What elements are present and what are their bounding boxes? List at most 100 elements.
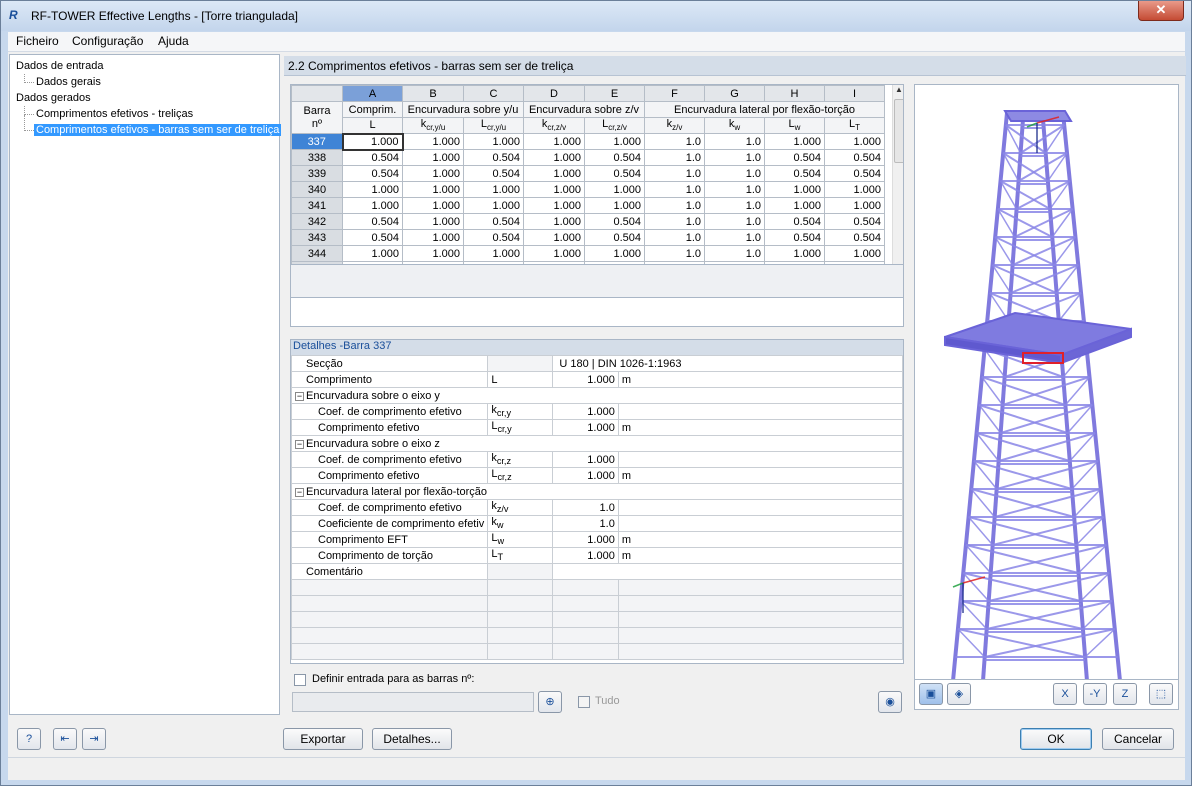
table-row[interactable]: 343 0.504 1.000 0.504 1.000 0.504 1.0 1.0 0.504 0… [291, 229, 885, 246]
cell-lw[interactable]: 1.000 [764, 197, 825, 214]
close-button[interactable]: ✕ [1138, 1, 1184, 21]
cell-kw[interactable]: 1.0 [704, 181, 765, 198]
ok-button[interactable]: OK [1020, 728, 1092, 750]
cell-kcry[interactable]: 1.000 [402, 245, 464, 262]
cell-l[interactable]: 1.000 [342, 197, 403, 214]
cell-lcrz[interactable]: 1.000 [584, 197, 645, 214]
cell-kzv[interactable]: 1.0 [644, 181, 705, 198]
collapse-icon[interactable]: − [295, 391, 304, 401]
collapse-icon[interactable]: − [295, 487, 304, 497]
cell-kcry[interactable]: 1.000 [402, 229, 464, 246]
tree-item-gen-nontruss[interactable]: Comprimentos efetivos - barras sem ser d… [34, 124, 282, 136]
menu-configuracao[interactable]: Configuração [72, 34, 143, 48]
cell-lcrz[interactable]: 1.000 [584, 181, 645, 198]
cell-kcrz[interactable]: 1.000 [523, 197, 585, 214]
view-z-icon[interactable]: Z [1113, 683, 1137, 705]
cell-lw[interactable]: 0.504 [764, 213, 825, 230]
barras-input[interactable] [292, 692, 534, 712]
cell-lcry[interactable]: 0.504 [463, 213, 524, 230]
view-model-icon[interactable]: ▣ [919, 683, 943, 705]
cell-kcrz[interactable]: 1.000 [523, 133, 585, 150]
detail-comentario-value[interactable] [552, 563, 903, 580]
cell-kcry[interactable]: 1.000 [402, 181, 464, 198]
row-header-barra[interactable]: 341 [291, 197, 343, 214]
cell-kcry[interactable]: 1.000 [402, 197, 464, 214]
cell-kcry[interactable]: 1.000 [402, 133, 464, 150]
cell-l[interactable]: 1.000 [341, 132, 404, 151]
cell-lcrz[interactable]: 1.000 [584, 133, 645, 150]
cell-lw[interactable]: 1.000 [764, 245, 825, 262]
cell-l[interactable]: 0.504 [342, 165, 403, 182]
detalhes-button[interactable]: Detalhes... [372, 728, 452, 750]
table-row[interactable]: 340 1.000 1.000 1.000 1.000 1.000 1.0 1.0 1.000 1… [291, 181, 885, 198]
view-iso-icon[interactable]: ⬚ [1149, 683, 1173, 705]
cell-kw[interactable]: 1.0 [704, 245, 765, 262]
table-row[interactable]: 341 1.000 1.000 1.000 1.000 1.000 1.0 1.0 1.000 1… [291, 197, 885, 214]
cell-kzv[interactable]: 1.0 [644, 149, 705, 166]
cell-lt[interactable]: 0.504 [824, 149, 885, 166]
table-row[interactable]: 339 0.504 1.000 0.504 1.000 0.504 1.0 1.0 0.504 0… [291, 165, 885, 182]
view-x-icon[interactable]: X [1053, 683, 1077, 705]
row-header-barra[interactable]: 339 [291, 165, 343, 182]
cell-lcry[interactable]: 0.504 [463, 165, 524, 182]
exportar-button[interactable]: Exportar [283, 728, 363, 750]
definir-checkbox[interactable] [294, 674, 306, 686]
scroll-thumb[interactable] [894, 99, 903, 163]
col-letter-i[interactable]: I [824, 85, 885, 102]
detail-kw-value[interactable]: 1.0 [552, 515, 619, 532]
cell-lcrz[interactable]: 1.000 [584, 245, 645, 262]
help-icon[interactable]: ? [17, 728, 41, 750]
cell-kcrz[interactable]: 1.000 [523, 213, 585, 230]
import-icon[interactable]: ⇤ [53, 728, 77, 750]
cell-lw[interactable]: 0.504 [764, 229, 825, 246]
cell-kw[interactable]: 1.0 [704, 149, 765, 166]
export-icon[interactable]: ⇥ [82, 728, 106, 750]
detail-kcry-value[interactable]: 1.000 [552, 403, 619, 420]
cell-kcrz[interactable]: 1.000 [523, 149, 585, 166]
group-encurvadura-lt[interactable]: − Encurvadura lateral por flexão-torção [291, 483, 903, 500]
model-viewer[interactable] [914, 84, 1179, 680]
cell-lcrz[interactable]: 0.504 [584, 165, 645, 182]
eye-icon[interactable]: ◉ [878, 691, 902, 713]
table-row[interactable]: 337 1.000 1.000 1.000 1.000 1.000 1.0 1.0 1.000 1… [291, 132, 885, 151]
cell-lcry[interactable]: 1.000 [463, 181, 524, 198]
row-header-barra[interactable]: 340 [291, 181, 343, 198]
cell-lcry[interactable]: 1.000 [463, 197, 524, 214]
table-row[interactable]: 344 1.000 1.000 1.000 1.000 1.000 1.0 1.0 1.000 1… [291, 245, 885, 262]
cell-kw[interactable]: 1.0 [704, 197, 765, 214]
cell-kzv[interactable]: 1.0 [644, 245, 705, 262]
cell-kcry[interactable]: 1.000 [402, 149, 464, 166]
cell-l[interactable]: 0.504 [342, 213, 403, 230]
cell-kzv[interactable]: 1.0 [644, 197, 705, 214]
col-letter-f[interactable]: F [644, 85, 705, 102]
cell-kzv[interactable]: 1.0 [644, 165, 705, 182]
col-letter-e[interactable]: E [584, 85, 645, 102]
cell-lt[interactable]: 1.000 [824, 133, 885, 150]
col-letter-c[interactable]: C [463, 85, 524, 102]
tree-item-generated-root[interactable]: Dados gerados [16, 92, 91, 104]
cell-kw[interactable]: 1.0 [704, 229, 765, 246]
col-letter-a[interactable]: A [342, 85, 403, 102]
view-options-icon[interactable]: ◈ [947, 683, 971, 705]
cell-kzv[interactable]: 1.0 [644, 229, 705, 246]
row-header-barra[interactable]: 337 [291, 133, 343, 150]
cell-lt[interactable]: 1.000 [824, 181, 885, 198]
cell-kcry[interactable]: 1.000 [402, 165, 464, 182]
cell-kzv[interactable]: 1.0 [644, 133, 705, 150]
cell-kcrz[interactable]: 1.000 [523, 165, 585, 182]
cell-lt[interactable]: 0.504 [824, 165, 885, 182]
cell-lcrz[interactable]: 0.504 [584, 213, 645, 230]
cell-kw[interactable]: 1.0 [704, 213, 765, 230]
collapse-icon[interactable]: − [295, 439, 304, 449]
tree-item-input-root[interactable]: Dados de entrada [16, 60, 103, 72]
row-header-barra[interactable]: 344 [291, 245, 343, 262]
row-header-barra[interactable]: 343 [291, 229, 343, 246]
row-header-barra[interactable]: 342 [291, 213, 343, 230]
cell-lcry[interactable]: 0.504 [463, 149, 524, 166]
cell-kcrz[interactable]: 1.000 [523, 245, 585, 262]
cell-lt[interactable]: 0.504 [824, 229, 885, 246]
cell-l[interactable]: 1.000 [342, 245, 403, 262]
cell-lw[interactable]: 1.000 [764, 133, 825, 150]
table-row[interactable]: 338 0.504 1.000 0.504 1.000 0.504 1.0 1.0 0.504 0… [291, 149, 885, 166]
col-letter-d[interactable]: D [523, 85, 585, 102]
